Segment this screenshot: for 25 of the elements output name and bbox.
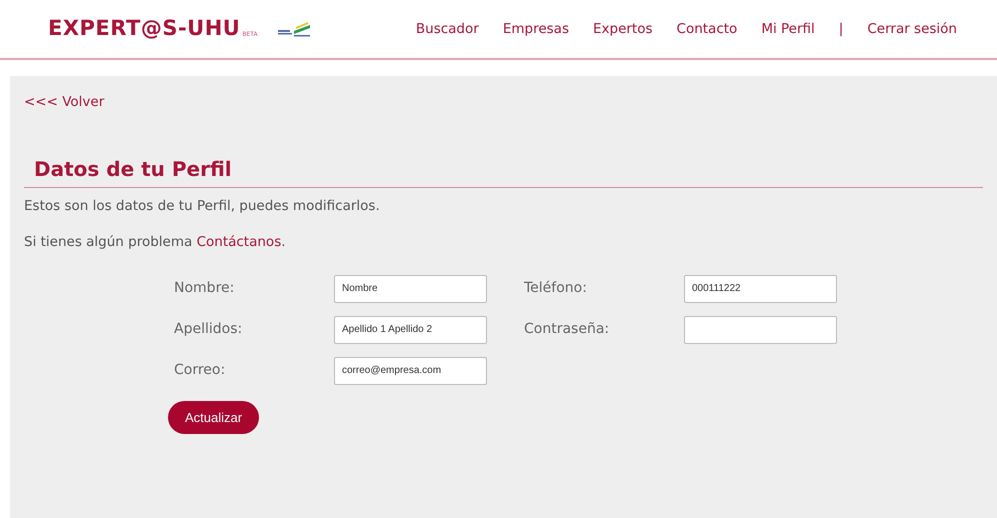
field-label: Correo: <box>174 361 226 380</box>
help-text: Si tienes algún problema Contáctanos. <box>24 233 287 252</box>
nav-link[interactable]: Expertos <box>592 18 653 40</box>
site-logo[interactable]: EXPERT@S-UHU <box>48 13 240 45</box>
field-label: Teléfono: <box>524 279 588 298</box>
update-button[interactable]: Actualizar <box>168 400 260 434</box>
field-label: Nombre: <box>174 279 236 298</box>
input-field[interactable]: correo@empresa.com <box>334 356 487 384</box>
field-label: Apellidos: <box>174 320 244 339</box>
input-field[interactable] <box>684 316 837 344</box>
nav-link[interactable]: Empresas <box>502 18 569 40</box>
input-field[interactable]: Apellido 1 Apellido 2 <box>334 316 487 344</box>
field-label: Contraseña: <box>524 320 610 339</box>
nav-link[interactable]: Contacto <box>676 18 738 40</box>
nav-link[interactable]: Cerrar sesión <box>867 18 957 40</box>
back-link[interactable]: <<< Volver <box>24 94 104 110</box>
partner-logo-icon <box>276 21 312 37</box>
page-title: Datos de tu Perfil <box>24 157 983 188</box>
nav-link[interactable]: Buscador <box>416 18 479 40</box>
intro-text: Estos son los datos de tu Perfil, puedes modificarlos. <box>24 197 381 216</box>
nav-separator: | <box>838 20 844 39</box>
nav-link[interactable]: Mi Perfil <box>761 18 815 40</box>
input-field[interactable]: 000111222 <box>684 274 837 302</box>
input-field[interactable]: Nombre <box>334 274 487 302</box>
contact-link[interactable]: Contáctanos <box>196 234 282 250</box>
